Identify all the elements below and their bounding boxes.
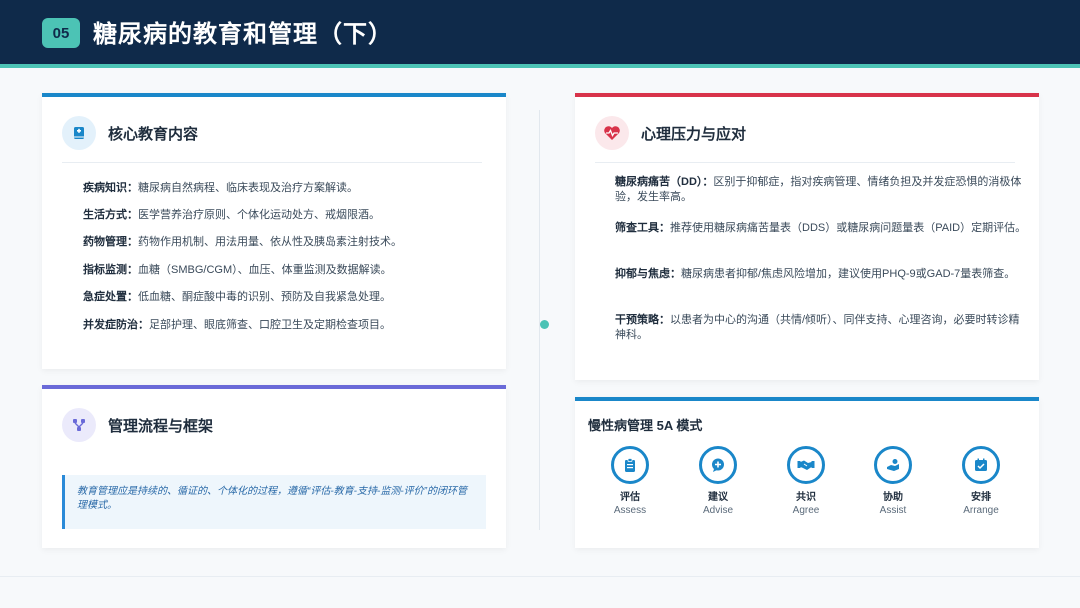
divider [62, 162, 482, 163]
section-number: 05 [42, 18, 80, 48]
flow-icon [62, 408, 96, 442]
psychology-header: 心理压力与应对 [595, 116, 746, 150]
step-assist: 协助 Assist [853, 446, 933, 516]
card-top-bar [575, 397, 1039, 401]
step-advise: 建议 Advise [678, 446, 758, 516]
list-item: 疾病知识：糖尿病自然病程、临床表现及治疗方案解读。 [83, 182, 358, 194]
column-divider [539, 110, 540, 530]
model-5a-title: 慢性病管理 5A 模式 [588, 418, 703, 433]
psychology-title: 心理压力与应对 [641, 125, 747, 143]
step-assess: 评估 Assess [590, 446, 670, 516]
slide-title: 糖尿病的教育和管理（下） [93, 21, 393, 48]
card-top-bar [575, 93, 1039, 97]
list-item: 并发症防治：足部护理、眼底筛查、口腔卫生及定期检查项目。 [83, 319, 391, 331]
framework-quote: 教育管理应是持续的、循证的、个体化的过程，遵循“评估-教育-支持-监测-评价”的… [62, 475, 486, 529]
core-education-header: 核心教育内容 [62, 116, 198, 150]
list-item: 急症处置：低血糖、酮症酸中毒的识别、预防及自我紧急处理。 [83, 291, 391, 303]
header-accent-line [0, 64, 1080, 68]
divider-dot [540, 320, 549, 329]
card-top-bar [42, 385, 506, 389]
core-education-title: 核心教育内容 [108, 125, 199, 143]
list-item: 糖尿病痛苦（DD）：区别于抑郁症，指对疾病管理、情绪负担及并发症恐惧的消极体验，… [615, 176, 1022, 203]
list-item: 干预策略：以患者为中心的沟通（共情/倾听）、同伴支持、心理咨询，必要时转诊精神科… [615, 314, 1020, 341]
list-item: 生活方式：医学营养治疗原则、个体化运动处方、戒烟限酒。 [83, 209, 380, 221]
footer-line [0, 576, 1080, 577]
helping-hand-icon [874, 446, 912, 484]
framework-header: 管理流程与框架 [62, 408, 213, 442]
chat-icon [699, 446, 737, 484]
slide-header: 05 糖尿病的教育和管理（下） [0, 0, 1080, 68]
calendar-check-icon [962, 446, 1000, 484]
card-top-bar [42, 93, 506, 97]
divider [595, 162, 1015, 163]
step-arrange: 安排 Arrange [941, 446, 1021, 516]
clipboard-icon [611, 446, 649, 484]
step-agree: 共识 Agree [766, 446, 846, 516]
book-icon [62, 116, 96, 150]
handshake-icon [787, 446, 825, 484]
heart-pulse-icon [595, 116, 629, 150]
framework-title: 管理流程与框架 [108, 417, 214, 435]
list-item: 指标监测：血糖（SMBG/CGM）、血压、体重监测及数据解读。 [83, 264, 392, 276]
list-item: 抑郁与焦虑：糖尿病患者抑郁/焦虑风险增加，建议使用PHQ-9或GAD-7量表筛查… [615, 268, 1016, 280]
list-item: 筛查工具：推荐使用糖尿病痛苦量表（DDS）或糖尿病问题量表（PAID）定期评估。 [615, 222, 1027, 234]
list-item: 药物管理：药物作用机制、用法用量、依从性及胰岛素注射技术。 [83, 236, 402, 248]
